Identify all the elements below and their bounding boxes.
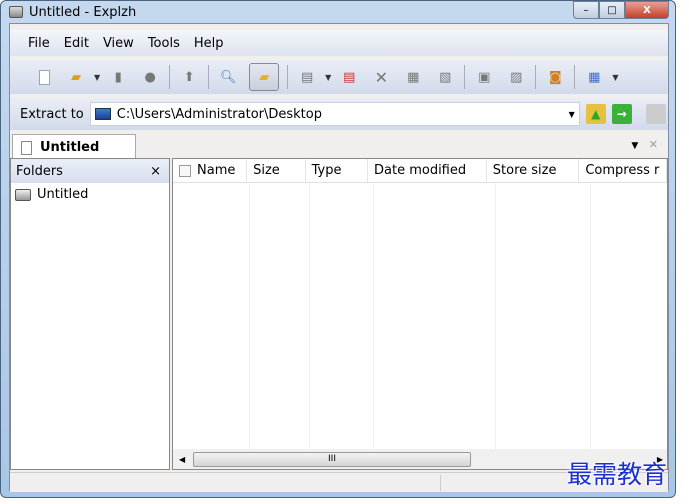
copy-icon[interactable]: ▦: [402, 66, 424, 88]
column-date-modified[interactable]: Date modified: [368, 159, 487, 182]
view-dropdown-icon[interactable]: ▼: [612, 73, 618, 82]
delete-icon[interactable]: ✕: [370, 66, 392, 88]
list-header: Name Size Type Date modified Store size …: [173, 159, 667, 183]
tab-bar: Untitled ▼ ✕: [10, 130, 668, 160]
column-compress-ratio[interactable]: Compress r: [579, 159, 667, 182]
separator: [208, 65, 210, 89]
column-size[interactable]: Size: [247, 159, 306, 182]
toolbar: ▰ ▼ ▮ ● ⬆ 🔍︎ ▰ ▤ ▼ ▤ ✕ ▦ ▧ ▣ ▨ ◙ ▦ ▼: [10, 60, 668, 94]
browse-folder-icon[interactable]: ▲: [585, 104, 606, 124]
select-all-checkbox[interactable]: [179, 164, 191, 177]
desktop-icon: [94, 108, 111, 120]
extract-icon[interactable]: ▤: [338, 66, 360, 88]
column-type[interactable]: Type: [306, 159, 368, 182]
viewer-icon[interactable]: ◙: [544, 66, 566, 88]
extract-bar: Extract to C:\Users\Administrator\Deskto…: [10, 98, 668, 130]
up-icon[interactable]: ⬆: [178, 66, 200, 88]
extract-go-icon[interactable]: →: [611, 104, 632, 124]
save-icon[interactable]: ▮: [107, 66, 129, 88]
open-dropdown-icon[interactable]: ▼: [94, 73, 100, 82]
file-list: Name Size Type Date modified Store size …: [172, 158, 668, 470]
separator: [287, 65, 289, 89]
menu-edit[interactable]: Edit: [64, 36, 89, 51]
folder-item[interactable]: Untitled: [11, 183, 169, 206]
folders-header: Folders ×: [11, 159, 169, 183]
minimize-button[interactable]: –: [573, 1, 599, 19]
client-area: File Edit View Tools Help ▰ ▼ ▮ ● ⬆ 🔍︎ ▰ …: [9, 23, 669, 492]
menu-help[interactable]: Help: [194, 36, 224, 51]
folders-close-icon[interactable]: ×: [150, 164, 161, 179]
app-window: Untitled - Explzh – □ X File Edit View T…: [0, 0, 676, 498]
chevron-down-icon[interactable]: ▼: [569, 110, 575, 119]
scroll-left-icon[interactable]: ◀: [179, 455, 185, 464]
close-button[interactable]: X: [625, 1, 669, 19]
folders-title: Folders: [16, 163, 63, 179]
properties-icon[interactable]: ▧: [434, 66, 456, 88]
title-bar: Untitled - Explzh – □ X: [1, 1, 675, 23]
document-icon: [21, 140, 32, 155]
folder-tree-icon[interactable]: ▰: [249, 63, 280, 91]
add-files-icon[interactable]: ▤: [296, 66, 318, 88]
column-store-size[interactable]: Store size: [487, 159, 580, 182]
test-icon[interactable]: ●: [139, 66, 161, 88]
extract-path-value[interactable]: C:\Users\Administrator\Desktop: [117, 107, 322, 122]
separator: [535, 65, 537, 89]
tab-list-icon[interactable]: ▼: [631, 141, 638, 151]
window-title: Untitled - Explzh: [29, 4, 137, 20]
archive-icon: [15, 188, 31, 201]
maximize-button[interactable]: □: [599, 1, 625, 19]
scrollbar-thumb[interactable]: III: [193, 451, 471, 467]
tab-label: Untitled: [40, 140, 100, 155]
find-icon[interactable]: 🔍︎: [217, 66, 239, 88]
extract-path-combo[interactable]: C:\Users\Administrator\Desktop ▼: [89, 102, 580, 126]
menu-view[interactable]: View: [103, 36, 134, 51]
add-dropdown-icon[interactable]: ▼: [325, 73, 331, 82]
column-name[interactable]: Name: [173, 159, 248, 182]
open-icon[interactable]: ▰: [65, 66, 87, 88]
menu-file[interactable]: File: [28, 36, 50, 51]
view-mode-icon[interactable]: ▦: [583, 66, 605, 88]
options-icon[interactable]: [645, 104, 666, 124]
tab-close-icon[interactable]: ✕: [649, 138, 658, 151]
folders-pane: Folders × Untitled: [10, 158, 170, 470]
new-icon[interactable]: [33, 66, 55, 88]
separator: [464, 65, 466, 89]
menu-bar: File Edit View Tools Help: [10, 30, 668, 56]
convert-icon[interactable]: ▣: [473, 66, 495, 88]
tab-untitled[interactable]: Untitled: [12, 134, 136, 160]
rename-icon[interactable]: ▨: [505, 66, 527, 88]
watermark: 最需教育: [567, 460, 668, 489]
separator: [169, 65, 171, 89]
menu-tools[interactable]: Tools: [148, 36, 180, 51]
extract-label: Extract to: [20, 106, 84, 122]
app-icon: [9, 6, 23, 18]
separator: [574, 65, 576, 89]
folder-item-label: Untitled: [37, 187, 89, 202]
